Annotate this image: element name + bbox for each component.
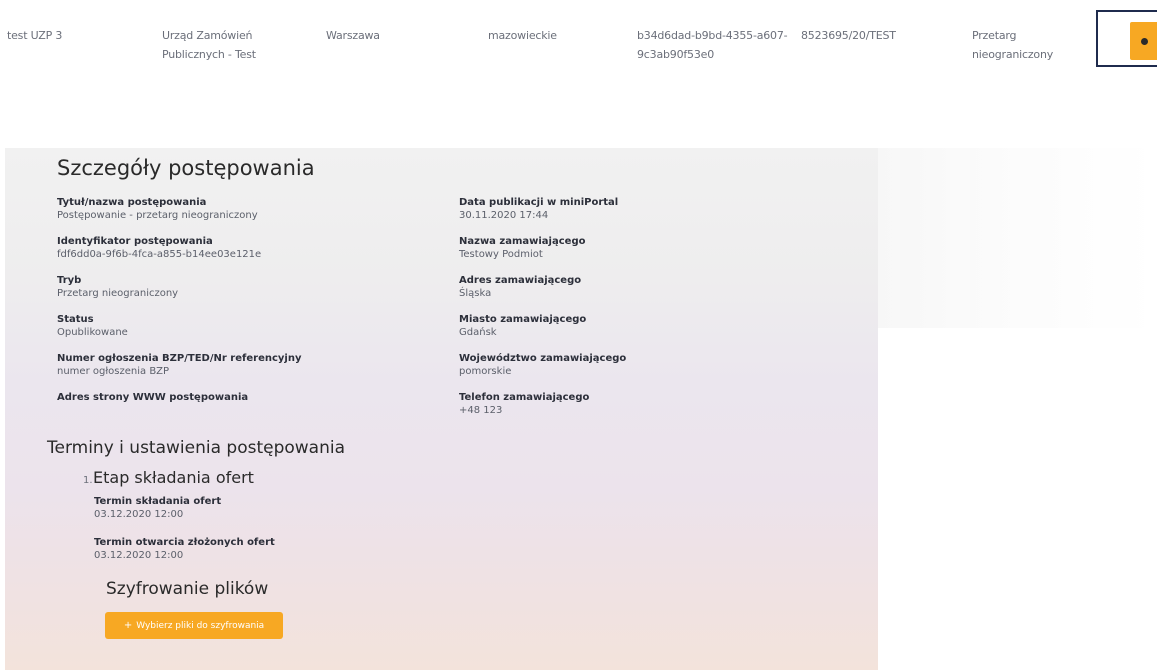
field-label: Termin otwarcia złożonych ofert [94, 537, 275, 548]
details-title: Szczegóły postępowania [57, 156, 315, 180]
plus-icon: + [123, 620, 133, 631]
field-notice-number: Numer ogłoszenia BZP/TED/Nr referencyjny… [57, 352, 301, 378]
cell-name: test UZP 3 [7, 29, 63, 42]
cell-region: mazowieckie [488, 29, 557, 42]
field-label: Telefon zamawiającego [459, 392, 590, 403]
field-title: Tytuł/nazwa postępowania Postępowanie - … [57, 196, 258, 222]
stage-title: Etap składania ofert [93, 468, 254, 487]
field-mode: Tryb Przetarg nieograniczony [57, 274, 178, 300]
button-label: Wybierz pliki do szyfrowania [136, 621, 265, 631]
encryption-title: Szyfrowanie plików [106, 579, 269, 599]
terms-title: Terminy i ustawienia postępowania [47, 438, 346, 458]
cell-organization: Urząd Zamówień Publicznych - Test [162, 29, 256, 61]
field-offer-deadline: Termin składania ofert 03.12.2020 12:00 [94, 495, 221, 521]
stage-number: 1. [83, 475, 93, 486]
field-value: 03.12.2020 12:00 [94, 550, 184, 561]
field-buyer-city: Miasto zamawiającego Gdańsk [459, 313, 586, 339]
field-buyer-voivodeship: Województwo zamawiającego pomorskie [459, 352, 626, 378]
field-value: Przetarg nieograniczony [57, 288, 179, 299]
field-label: Data publikacji w miniPortal [459, 197, 619, 208]
field-buyer-address: Adres zamawiającego Śląska [459, 274, 581, 300]
field-value: Postępowanie - przetarg nieograniczony [57, 210, 258, 221]
field-value: pomorskie [459, 366, 512, 377]
field-value: Opublikowane [57, 327, 128, 338]
choose-files-button[interactable]: + Wybierz pliki do szyfrowania [105, 612, 283, 639]
field-status: Status Opublikowane [57, 313, 128, 339]
cell-mode: Przetarg nieograniczony [972, 29, 1054, 61]
field-label: Nazwa zamawiającego [459, 236, 586, 247]
page: test UZP 3 Urząd Zamówień Publicznych - … [0, 0, 1157, 670]
field-label: Termin składania ofert [94, 496, 222, 507]
field-value: 03.12.2020 12:00 [94, 509, 184, 520]
background-fade [878, 148, 1157, 328]
field-value: numer ogłoszenia BZP [57, 366, 170, 377]
field-value: Testowy Podmiot [459, 249, 543, 260]
dot-icon [1141, 38, 1148, 45]
field-value: 30.11.2020 17:44 [459, 210, 549, 221]
cell-identifier: b34d6dad-b9bd-4355-a607-9c3ab90f53e0 [637, 29, 788, 61]
cell-city: Warszawa [326, 29, 380, 42]
field-value: fdf6dd0a-9f6b-4fca-a855-b14ee03e121e [57, 249, 262, 260]
table-row[interactable]: test UZP 3 Urząd Zamówień Publicznych - … [0, 0, 1157, 80]
field-label: Adres strony WWW postępowania [57, 392, 249, 403]
field-publication-date: Data publikacji w miniPortal 30.11.2020 … [459, 196, 618, 222]
field-value: +48 123 [459, 405, 503, 416]
field-label: Tytuł/nazwa postępowania [57, 197, 207, 208]
row-action-button[interactable] [1130, 22, 1157, 60]
field-opening-date: Termin otwarcia złożonych ofert 03.12.20… [94, 536, 275, 562]
cell-reference: 8523695/20/TEST [801, 29, 896, 42]
field-identifier: Identyfikator postępowania fdf6dd0a-9f6b… [57, 235, 261, 261]
field-value: Gdańsk [459, 327, 497, 338]
field-label: Adres zamawiającego [459, 275, 582, 286]
field-buyer-name: Nazwa zamawiającego Testowy Podmiot [459, 235, 585, 261]
field-website: Adres strony WWW postępowania [57, 391, 248, 404]
field-label: Tryb [57, 275, 82, 286]
field-label: Identyfikator postępowania [57, 236, 213, 247]
field-label: Numer ogłoszenia BZP/TED/Nr referencyjny [57, 353, 302, 364]
field-label: Miasto zamawiającego [459, 314, 587, 325]
field-label: Województwo zamawiającego [459, 353, 627, 364]
field-buyer-phone: Telefon zamawiającego +48 123 [459, 391, 589, 417]
field-label: Status [57, 314, 94, 325]
field-value: Śląska [459, 288, 492, 299]
